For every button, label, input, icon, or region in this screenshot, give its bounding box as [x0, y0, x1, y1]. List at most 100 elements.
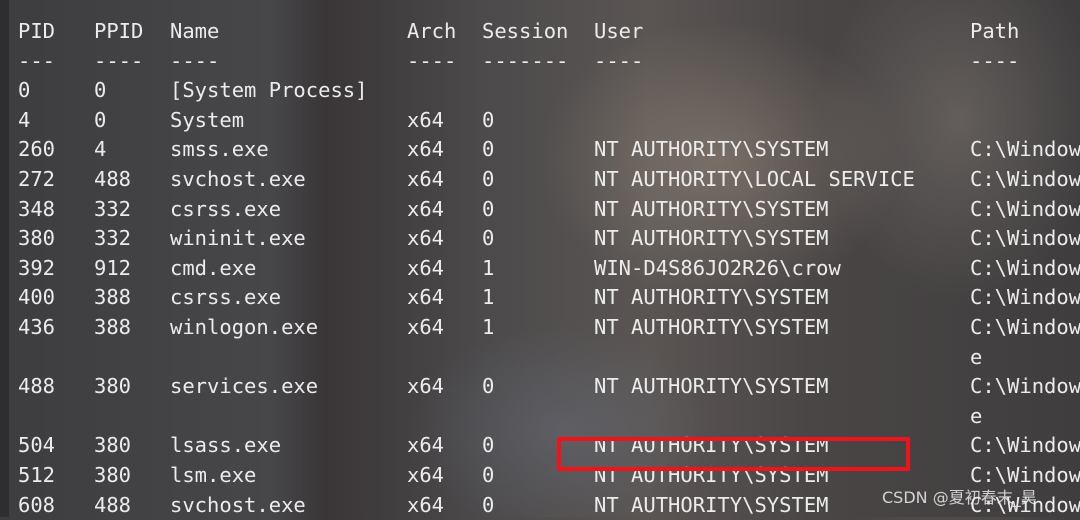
- table-row: 504 380 lsass.exe x64 0 NT AUTHORITY\SYSTEM C:…: [0, 430, 1080, 460]
- table-row: e: [0, 401, 1080, 431]
- table-row-name: System: [170, 107, 245, 132]
- separator-row-user: ----: [594, 48, 644, 73]
- table-row-session: 1: [482, 255, 495, 280]
- table-row-session: 0: [482, 433, 495, 458]
- separator-row-arch: ----: [407, 48, 457, 73]
- table-row-pid: 512: [18, 463, 56, 487]
- table-row: 400 388 csrss.exe x64 1 NT AUTHORITY\SYSTEM C:…: [0, 282, 1080, 312]
- table-row-arch: x64: [407, 167, 445, 191]
- header-row-ppid: PPID: [94, 19, 144, 43]
- table-row-session: 0: [482, 374, 495, 399]
- table-row-user: NT AUTHORITY\SYSTEM: [594, 196, 829, 221]
- table-row-ppid: 380: [94, 433, 132, 458]
- table-row-arch: x64: [407, 196, 445, 221]
- header-row-path: Path: [970, 19, 1020, 43]
- table-row-arch: x64: [407, 463, 445, 487]
- table-row-pid: 4: [18, 107, 31, 132]
- table-row-session: 0: [482, 463, 495, 487]
- table-row-arch: x64: [407, 285, 445, 310]
- table-row: 272 488 svchost.exe x64 0 NT AUTHORITY\LOCAL …: [0, 164, 1080, 194]
- header-row-arch: Arch: [407, 19, 457, 43]
- table-row: e: [0, 342, 1080, 372]
- table-row-session: 0: [482, 196, 495, 221]
- table-row-ppid: 380: [94, 374, 132, 399]
- table-row-pid: 272: [18, 167, 56, 191]
- table-row-user: NT AUTHORITY\SYSTEM: [594, 285, 829, 310]
- table-row-ppid: 488: [94, 492, 132, 517]
- header-row-name: Name: [170, 19, 220, 43]
- table-row: 348 332 csrss.exe x64 0 NT AUTHORITY\SYSTEM C:…: [0, 194, 1080, 224]
- table-row-arch: x64: [407, 374, 445, 399]
- table-row-pid: 392: [18, 255, 56, 280]
- table-row: 260 4 smss.exe x64 0 NT AUTHORITY\SYSTEM C:\Wi…: [0, 134, 1080, 164]
- table-row-ppid: 0: [94, 78, 107, 103]
- table-row-user: NT AUTHORITY\SYSTEM: [594, 492, 829, 517]
- table-row-arch: x64: [407, 433, 445, 458]
- table-row: 436 388 winlogon.exe x64 1 NT AUTHORITY\SYSTE…: [0, 312, 1080, 342]
- table-row-user: NT AUTHORITY\SYSTEM: [594, 226, 829, 251]
- table-row-session: 1: [482, 285, 495, 310]
- table-row: 488 380 services.exe x64 0 NT AUTHORITY\SYSTE…: [0, 371, 1080, 401]
- table-row-user: NT AUTHORITY\LOCAL SERVICE: [594, 167, 915, 191]
- table-row-ppid: 380: [94, 463, 132, 487]
- table-row-path: e: [970, 403, 983, 428]
- table-row-path: C:\Window: [970, 255, 1080, 280]
- table-row-ppid: 912: [94, 255, 132, 280]
- table-row-arch: x64: [407, 107, 445, 132]
- table-row-pid: 260: [18, 137, 56, 162]
- table-row-arch: x64: [407, 137, 445, 162]
- header-row-session: Session: [482, 19, 569, 43]
- table-row-session: 0: [482, 167, 495, 191]
- highlight-box-lsass-user: [557, 437, 910, 471]
- table-row-name: cmd.exe: [170, 255, 257, 280]
- table-row-pid: 380: [18, 226, 56, 251]
- header-row: PID PPID Name Arch Session User Path: [0, 16, 1080, 46]
- table-row-user: NT AUTHORITY\SYSTEM: [594, 374, 829, 399]
- table-row-name: svchost.exe: [170, 492, 306, 517]
- table-row-path: C:\Window: [970, 315, 1080, 339]
- separator-row-name: ----: [170, 48, 220, 73]
- table-row-path: C:\Window: [970, 433, 1080, 458]
- table-row-pid: 436: [18, 315, 56, 339]
- table-row: 392 912 cmd.exe x64 1 WIN-D4S86JO2R26\crow C:\…: [0, 253, 1080, 283]
- table-row-session: 0: [482, 226, 495, 251]
- table-row-name: lsass.exe: [170, 433, 282, 458]
- table-row-session: 1: [482, 315, 495, 339]
- table-row-session: 0: [482, 137, 495, 162]
- table-row-path: C:\Window: [970, 226, 1080, 251]
- table-row-arch: x64: [407, 255, 445, 280]
- separator-row-path: ----: [970, 48, 1020, 73]
- table-row-pid: 400: [18, 285, 56, 310]
- table-row-path: C:\Window: [970, 167, 1080, 191]
- table-row-pid: 488: [18, 374, 56, 399]
- table-row-user: NT AUTHORITY\SYSTEM: [594, 315, 829, 339]
- table-row-name: svchost.exe: [170, 167, 306, 191]
- table-row-ppid: 388: [94, 315, 132, 339]
- separator-row-pid: ---: [18, 48, 56, 73]
- table-row-ppid: 388: [94, 285, 132, 310]
- separator-row-session: -------: [482, 48, 569, 73]
- table-row-session: 0: [482, 492, 495, 517]
- table-row-session: 0: [482, 107, 495, 132]
- table-row-pid: 608: [18, 492, 56, 517]
- separator-row: --- ---- ---- ---- ------- ---- ----: [0, 46, 1080, 76]
- table-row-name: smss.exe: [170, 137, 269, 162]
- table-row-ppid: 4: [94, 137, 107, 162]
- header-row-user: User: [594, 19, 644, 43]
- table-row: 380 332 wininit.exe x64 0 NT AUTHORITY\SYSTEM…: [0, 223, 1080, 253]
- header-row-pid: PID: [18, 19, 56, 43]
- table-row-name: csrss.exe: [170, 285, 282, 310]
- table-row-ppid: 332: [94, 196, 132, 221]
- table-row-name: wininit.exe: [170, 226, 306, 251]
- table-row-name: csrss.exe: [170, 196, 282, 221]
- table-row-path: C:\Window: [970, 285, 1080, 310]
- table-row-pid: 504: [18, 433, 56, 458]
- table-row-name: lsm.exe: [170, 463, 257, 487]
- table-row-arch: x64: [407, 315, 445, 339]
- table-row: 4 0 System x64 0: [0, 105, 1080, 135]
- table-row-pid: 0: [18, 78, 31, 103]
- table-row-arch: x64: [407, 492, 445, 517]
- table-row-name: services.exe: [170, 374, 319, 399]
- table-row-name: winlogon.exe: [170, 315, 319, 339]
- watermark: CSDN @夏初春末_昊: [882, 488, 1037, 507]
